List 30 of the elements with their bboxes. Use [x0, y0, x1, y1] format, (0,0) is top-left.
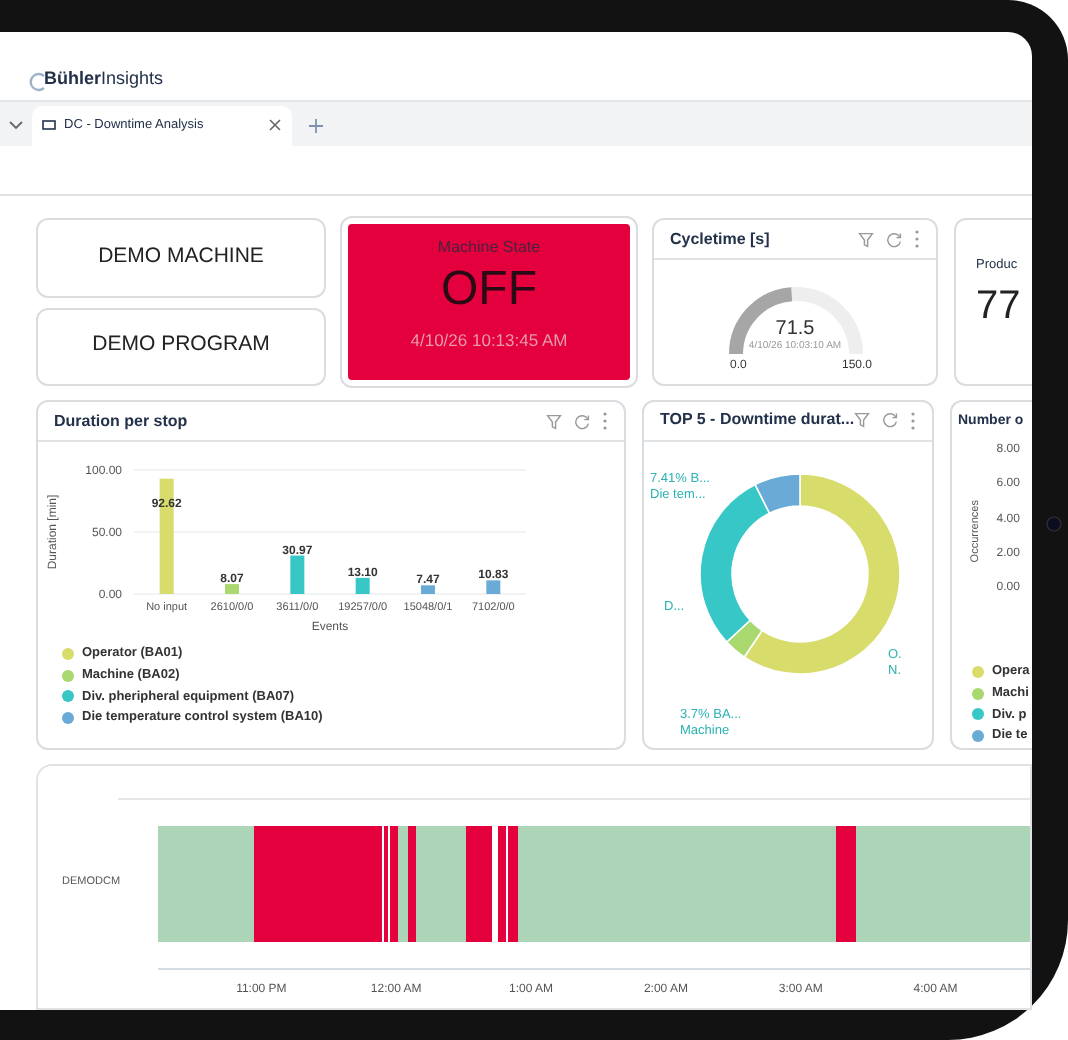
timestamp: 4/10/26 10:13:45 AM: [410, 328, 568, 354]
close-icon[interactable]: [268, 118, 282, 133]
machine-button[interactable]: DEMO MACHINE: [36, 218, 326, 298]
add-tab-icon[interactable]: [308, 117, 324, 134]
app-logo: BühlerInsights: [44, 65, 164, 92]
product-count: 77: [976, 281, 1023, 332]
refresh-icon[interactable]: [882, 412, 899, 429]
machine-button[interactable]: DEMO PROGRAM: [36, 307, 326, 387]
more-icon[interactable]: [914, 230, 920, 249]
card-title: TOP 5 - Downtime durat...: [660, 408, 855, 433]
dashboard-icon: [42, 120, 56, 131]
logo-icon: [28, 72, 48, 93]
bar: [225, 584, 239, 595]
camera-icon: [1046, 516, 1062, 532]
bar: [290, 555, 305, 595]
refresh-icon[interactable]: [886, 231, 902, 248]
filter-icon[interactable]: [854, 412, 871, 429]
bar: [486, 580, 501, 595]
card-title: Duration per stop: [54, 409, 188, 434]
state-value: OFF: [441, 260, 537, 321]
more-icon[interactable]: [602, 412, 608, 431]
refresh-icon[interactable]: [574, 413, 590, 430]
filter-icon[interactable]: [546, 413, 562, 430]
card-title: Machine State: [437, 236, 541, 261]
more-icon[interactable]: [910, 411, 917, 430]
bar: [355, 577, 370, 595]
chevron-down-icon[interactable]: [6, 117, 26, 134]
filter-icon[interactable]: [858, 231, 874, 248]
bar: [421, 585, 435, 595]
card-title: Cycletime [s]: [670, 227, 770, 252]
